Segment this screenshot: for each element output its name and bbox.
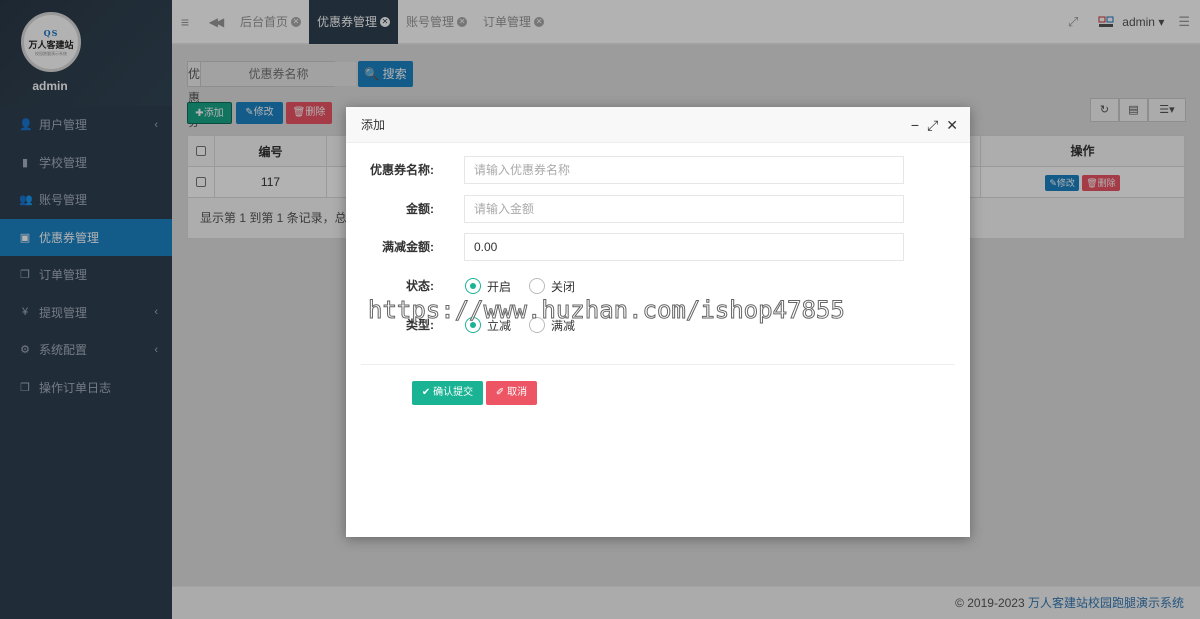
minimize-icon[interactable]: − bbox=[911, 107, 919, 143]
dialog-divider bbox=[361, 364, 955, 365]
coupon-name-input[interactable]: 请输入优惠券名称 bbox=[464, 156, 904, 184]
eraser-icon: ✐ bbox=[495, 387, 505, 398]
radio-unchecked-icon bbox=[529, 278, 545, 294]
threshold-label: 满减金额: bbox=[382, 240, 434, 254]
amount-input[interactable]: 请输入金额 bbox=[464, 195, 904, 223]
check-icon: ✔ bbox=[421, 387, 431, 398]
dialog-header: 添加 − ⤢ ✕ bbox=[346, 107, 970, 143]
status-option-on: 开启 bbox=[487, 279, 512, 294]
radio-checked-icon bbox=[465, 278, 481, 294]
threshold-input[interactable]: 0.00 bbox=[464, 233, 904, 261]
amount-label: 金额: bbox=[406, 202, 434, 216]
dialog-title: 添加 bbox=[361, 118, 386, 132]
submit-button-label: 确认提交 bbox=[433, 387, 474, 398]
form-row-threshold: 满减金额: 0.00 bbox=[346, 233, 970, 261]
form-row-amount: 金额: 请输入金额 bbox=[346, 195, 970, 223]
coupon-name-label: 优惠券名称: bbox=[370, 163, 434, 177]
watermark-text: https://www.huzhan.com/ishop47855 bbox=[368, 296, 846, 325]
close-icon[interactable]: ✕ bbox=[946, 107, 958, 143]
cancel-button-label: 取消 bbox=[507, 387, 528, 398]
maximize-icon[interactable]: ⤢ bbox=[927, 107, 938, 143]
cancel-button[interactable]: ✐ 取消 bbox=[486, 381, 537, 405]
dialog-controls: − ⤢ ✕ bbox=[911, 107, 958, 143]
submit-button[interactable]: ✔ 确认提交 bbox=[412, 381, 483, 405]
status-option-off: 关闭 bbox=[551, 279, 576, 294]
form-row-name: 优惠券名称: 请输入优惠券名称 bbox=[346, 156, 970, 184]
